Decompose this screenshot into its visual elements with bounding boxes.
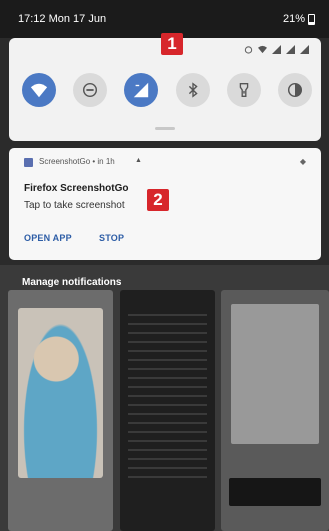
recent-app-card-game[interactable] <box>8 290 113 531</box>
wifi-signal-icon <box>258 45 267 54</box>
bluetooth-icon <box>188 82 198 98</box>
do-not-disturb-icon <box>83 82 98 98</box>
mobile-data-tile[interactable] <box>124 73 159 107</box>
mobile-data-icon <box>134 82 149 98</box>
panel-drag-handle[interactable] <box>155 127 175 130</box>
app-name: ScreenshotGo <box>39 157 91 166</box>
text-lines-thumbnail <box>128 314 207 484</box>
app-icon <box>24 158 33 167</box>
dark-strip-thumbnail <box>229 478 321 506</box>
battery-saver-icon <box>287 82 302 98</box>
notification-header: ScreenshotGo • in 1h <box>39 157 115 166</box>
cell-signal-icon <box>272 45 281 54</box>
cell-signal-icon-2 <box>286 45 295 54</box>
character-artwork <box>18 308 103 478</box>
flashlight-icon <box>239 83 249 97</box>
flashlight-tile[interactable] <box>226 73 261 107</box>
wifi-icon <box>30 83 48 98</box>
recent-app-card-dark[interactable] <box>120 290 215 531</box>
notification-time: in 1h <box>97 157 115 166</box>
settings-thumbnail <box>231 304 319 444</box>
quick-tiles <box>22 73 312 107</box>
status-time-date: 17:12 Mon 17 Jun <box>18 13 107 25</box>
battery-icon <box>308 13 315 25</box>
alarm-icon <box>244 46 253 54</box>
alert-icon: ◆ <box>299 157 306 166</box>
battery-indicator: 21% <box>283 13 315 25</box>
wifi-tile[interactable] <box>22 73 56 107</box>
battery-saver-tile[interactable] <box>277 73 312 107</box>
bluetooth-tile[interactable] <box>175 73 210 107</box>
cell-signal-icon-3 <box>300 45 309 54</box>
expand-chevron-icon[interactable]: ▲ <box>135 157 142 164</box>
recent-app-card-settings[interactable] <box>221 290 329 531</box>
annotation-badge-2: 2 <box>147 189 169 211</box>
manage-notifications-link[interactable]: Manage notifications <box>22 277 121 288</box>
status-icons <box>244 45 309 54</box>
do-not-disturb-tile[interactable] <box>73 73 108 107</box>
open-app-button[interactable]: OPEN APP <box>24 233 72 243</box>
notification-body: Tap to take screenshot <box>24 200 125 211</box>
stop-button[interactable]: STOP <box>99 233 124 243</box>
annotation-badge-1: 1 <box>161 33 183 55</box>
battery-percent: 21% <box>282 13 305 25</box>
notification-title: Firefox ScreenshotGo <box>24 183 129 194</box>
